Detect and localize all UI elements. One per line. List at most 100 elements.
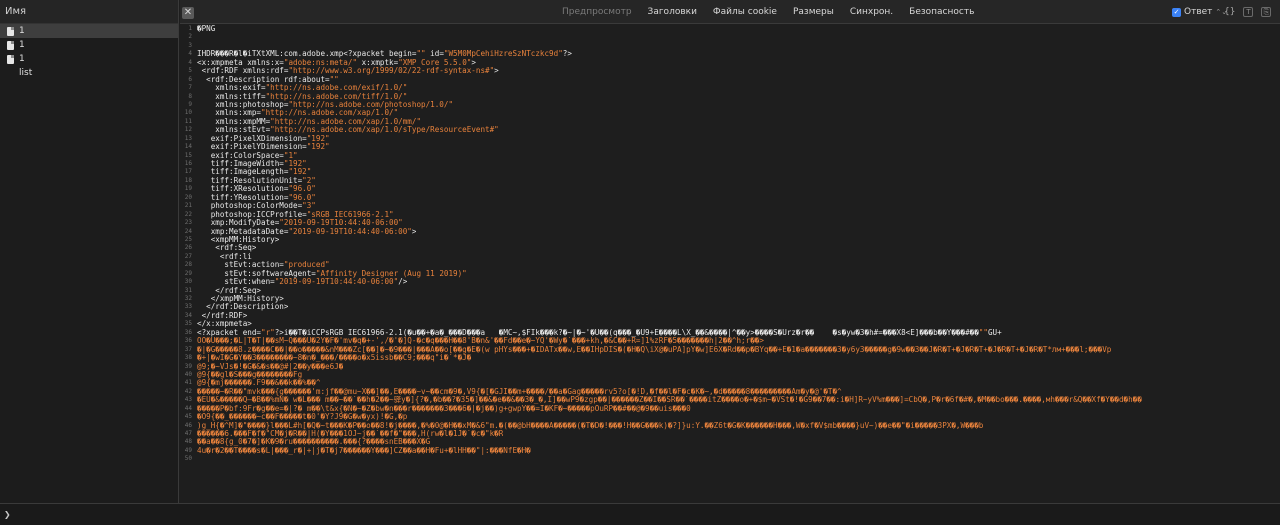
line-text: �EU�&�����Q—�B��%mN� w�L��� m��~��`��h�2… (197, 396, 1142, 405)
code-line: 23 xmp:ModifyDate="2019-09-19T10:44:40-0… (180, 219, 1280, 227)
code-line: 5 <rdf:RDF xmlns:rdf="http://www.w3.org/… (180, 67, 1280, 75)
request-name: 1 (19, 26, 25, 36)
code-line: 25 <xmpMM:History> (180, 236, 1280, 244)
line-text: xmlns:exif="http://ns.adobe.com/exif/1.0… (197, 84, 408, 93)
string-literal: "XMP Core 5.5.0" (398, 58, 472, 67)
line-text: </rdf:Description> (197, 303, 289, 312)
string-literal: "192" (306, 134, 330, 143)
line-text: <x:xmpmeta xmlns:x="adobe:ns:meta/" x:xm… (197, 58, 476, 67)
tab-2[interactable]: Файлы cookie (705, 7, 785, 17)
code-line: 36 <?xpacket end="r"?>i��T�iCCPsRGB IEC61… (180, 329, 1280, 337)
tab-0[interactable]: Предпросмотр (554, 7, 640, 17)
string-literal: "W5M0MpCehiHzreSzNTczkc9d" (443, 50, 563, 59)
line-number: 22 (184, 210, 192, 218)
code-line: 8 xmlns:tiff="http://ns.adobe.com/tiff/1… (180, 93, 1280, 101)
code-line: 49 4u�r�2��T����s�L|���_r�|+|j�T�j7������… (180, 447, 1280, 455)
line-text: xmlns:tiff="http://ns.adobe.com/tiff/1.0… (197, 92, 408, 101)
code-line: 1 �PNG (180, 25, 1280, 33)
code-line: 17 tiff:ImageLength="192" (180, 168, 1280, 176)
string-literal: "96.0" (288, 185, 316, 194)
tab-4[interactable]: Синхрон. (842, 7, 901, 17)
close-button[interactable]: ✕ (182, 7, 194, 19)
line-number: 50 (184, 455, 192, 463)
code-line: 12 xmlns:stEvt="http://ns.adobe.com/xap/… (180, 126, 1280, 134)
code-line: 31 </rdf:Seq> (180, 287, 1280, 295)
line-number: 18 (184, 176, 192, 184)
string-literal: "sRGB IEC61966-2.1" (306, 210, 394, 219)
response-body-editor[interactable]: 1 �PNG 2 3 4 IHDR���R�l�iTXtXML:com.adobe.xmp… (180, 25, 1280, 503)
code-line: 11 xmlns:xmpMM="http://ns.adobe.com/xap/… (180, 118, 1280, 126)
line-number: 43 (184, 396, 192, 404)
string-literal: "" (416, 50, 426, 59)
name-column-header[interactable]: Имя (0, 0, 178, 24)
line-text: �����~�R��"mvk���{g������'m:jf��@mu~X��]… (197, 387, 842, 396)
line-text: photoshop:ICCProfile="sRGB IEC61966-2.1" (197, 210, 394, 219)
tab-5[interactable]: Безопасность (901, 7, 982, 17)
tab-1[interactable]: Заголовки (640, 7, 705, 17)
code-line: 22 photoshop:ICCProfile="sRGB IEC61966-2… (180, 211, 1280, 219)
request-name: 1 (19, 40, 25, 50)
code-line: 20 tiff:YResolution="96.0" (180, 194, 1280, 202)
code-line: 33 </rdf:Description> (180, 303, 1280, 311)
text-wrap-icon[interactable]: T (1243, 7, 1254, 17)
line-text: </xmpMM:History> (197, 295, 284, 303)
string-literal: "produced" (283, 261, 330, 270)
request-row[interactable]: list (0, 66, 178, 80)
line-text: tiff:ImageWidth="192" (197, 160, 307, 168)
code-line: 2 (180, 33, 1280, 41)
line-number: 31 (184, 286, 192, 294)
code-line: 48 ��a��8{g_0�7�]�K�9�ru����������.���{?�… (180, 438, 1280, 446)
copy-icon[interactable]: ⎘ (1261, 7, 1272, 17)
line-text: @9{��gl�S���g��������Fg (197, 370, 303, 379)
line-number: 23 (184, 219, 192, 227)
line-number: 12 (184, 126, 192, 134)
string-literal: "r" (261, 328, 275, 337)
line-text: xmlns:photoshop="http://ns.adobe.com/pho… (197, 100, 454, 109)
pretty-print-button[interactable]: {} (1224, 7, 1235, 17)
code-line: 30 stEvt:when="2019-09-19T10:44:40-06:00… (180, 278, 1280, 286)
response-selector[interactable]: ✓ Ответ ⌃⌄ (1172, 7, 1227, 17)
code-line: 34 </rdf:RDF> (180, 312, 1280, 320)
request-name: list (19, 68, 33, 78)
code-line: 19 tiff:XResolution="96.0" (180, 185, 1280, 193)
string-literal: "http://ns.adobe.com/xap/1.0/mm/" (270, 117, 422, 126)
line-text: xmp:ModifyDate="2019-09-19T10:44:40-06:0… (197, 219, 403, 228)
code-line: 10 xmlns:xmp="http://ns.adobe.com/xap/1.… (180, 109, 1280, 117)
code-line: 16 tiff:ImageWidth="192" (180, 160, 1280, 168)
string-literal: "2" (302, 176, 316, 185)
line-number: 5 (188, 67, 192, 75)
code-line: 40 @9{��gl�S���g��������Fg (180, 371, 1280, 379)
code-line: 24 xmp:MetadataDate="2019-09-19T10:44:40… (180, 228, 1280, 236)
line-text: ��a��8{g_0�7�]�K�9�ru����������.���{?���… (197, 438, 431, 447)
code-line: 21 photoshop:ColorMode="3" (180, 202, 1280, 210)
line-number: 13 (184, 134, 192, 142)
line-text: </rdf:Seq> (197, 286, 262, 295)
line-text: �PNG (197, 25, 216, 33)
prompt-chevron-icon: ❯ (4, 508, 11, 521)
string-literal: "192" (306, 143, 330, 152)
code-line: 4 IHDR���R�l�iTXtXML:com.adobe.xmp<?xpack… (180, 50, 1280, 58)
line-text: xmlns:xmp="http://ns.adobe.com/xap/1.0/" (197, 109, 399, 118)
line-text: xmlns:xmpMM="http://ns.adobe.com/xap/1.0… (197, 117, 422, 126)
line-number: 9 (188, 100, 192, 108)
line-number: 17 (184, 168, 192, 176)
line-text: stEvt:when="2019-09-19T10:44:40-06:00"/> (197, 278, 408, 287)
line-number: 32 (184, 295, 192, 302)
line-number: 4 (188, 50, 192, 58)
string-literal: "2019-09-19T10:44:40-06:00" (274, 278, 399, 287)
string-literal: "http://ns.adobe.com/xap/1.0/sType/Resou… (270, 126, 499, 135)
tab-3[interactable]: Размеры (785, 7, 842, 17)
request-row[interactable]: 1 (0, 24, 178, 38)
request-row[interactable]: 1 (0, 38, 178, 52)
line-number: 25 (184, 235, 192, 243)
code-line: 39 @9;�~VJs�!�G�&�s��@#|2��y���e6J� (180, 363, 1280, 371)
line-text: ������6.���F�f�"CM�j�R��|H(�Y���1OJ~j��`… (197, 430, 504, 438)
request-row[interactable]: 1 (0, 52, 178, 66)
line-number: 24 (184, 227, 192, 235)
code-line: 6 <rdf:Description rdf:about="" (180, 76, 1280, 84)
code-line: 50 (180, 455, 1280, 463)
console-prompt[interactable]: ❯ (0, 503, 1280, 525)
line-number: 33 (184, 303, 192, 311)
line-number: 44 (184, 404, 192, 412)
line-number: 21 (184, 202, 192, 210)
